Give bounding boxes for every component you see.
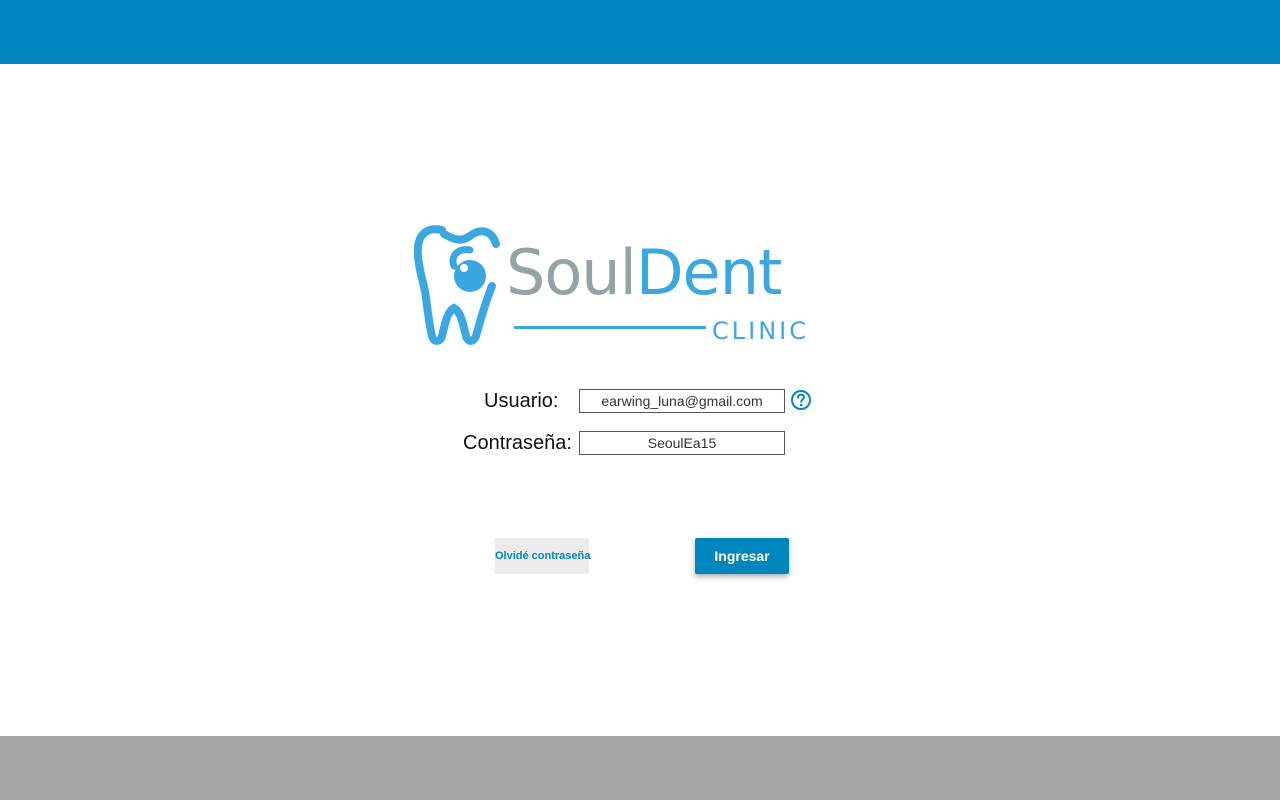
password-label: Contraseña: xyxy=(463,432,572,454)
login-button[interactable]: Ingresar xyxy=(695,538,789,574)
logo-wordmark: SoulDent xyxy=(506,242,782,304)
top-header-bar xyxy=(0,0,1280,64)
tooth-icon xyxy=(414,225,500,345)
password-input[interactable] xyxy=(579,431,785,455)
forgot-password-button[interactable]: Olvidé contraseña xyxy=(495,538,590,574)
username-input[interactable] xyxy=(579,389,785,413)
logo-subtitle: CLINIC xyxy=(712,317,809,345)
logo-word-dent: Dent xyxy=(635,236,782,309)
question-circle-icon[interactable] xyxy=(790,389,812,411)
logo-underline xyxy=(514,326,706,329)
souldent-logo: SoulDent CLINIC xyxy=(414,222,828,352)
bottom-footer-bar xyxy=(0,736,1280,800)
username-label: Usuario: xyxy=(484,390,559,412)
logo-word-soul: Soul xyxy=(506,236,637,309)
